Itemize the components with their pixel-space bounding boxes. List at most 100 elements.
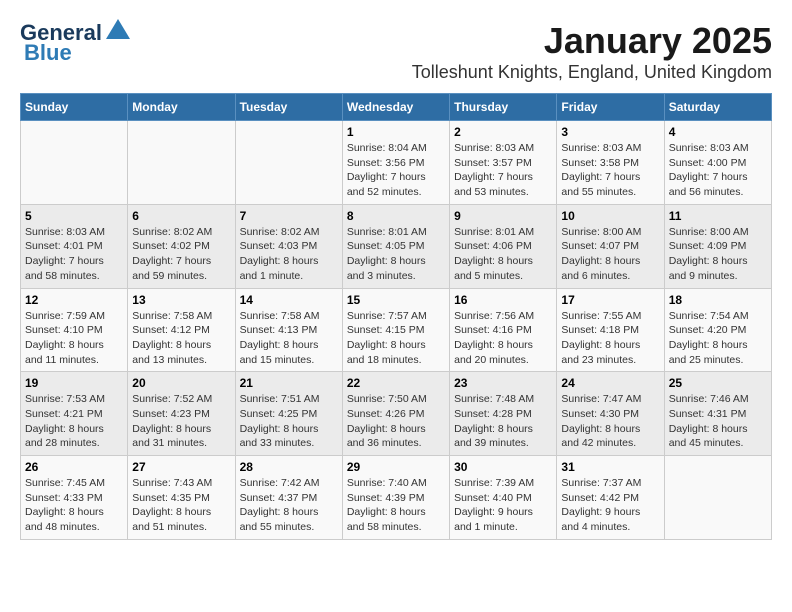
day-info: Sunrise: 7:59 AM Sunset: 4:10 PM Dayligh… xyxy=(25,309,123,368)
weekday-header-row: SundayMondayTuesdayWednesdayThursdayFrid… xyxy=(21,94,772,121)
day-number: 16 xyxy=(454,293,552,307)
logo-icon xyxy=(104,17,132,45)
day-number: 23 xyxy=(454,376,552,390)
calendar-cell: 14Sunrise: 7:58 AM Sunset: 4:13 PM Dayli… xyxy=(235,288,342,372)
day-number: 9 xyxy=(454,209,552,223)
weekday-header-saturday: Saturday xyxy=(664,94,771,121)
logo-blue: Blue xyxy=(24,40,72,66)
title-block: January 2025 Tolleshunt Knights, England… xyxy=(412,20,772,83)
day-info: Sunrise: 7:51 AM Sunset: 4:25 PM Dayligh… xyxy=(240,392,338,451)
day-number: 29 xyxy=(347,460,445,474)
calendar-cell: 26Sunrise: 7:45 AM Sunset: 4:33 PM Dayli… xyxy=(21,456,128,540)
day-number: 6 xyxy=(132,209,230,223)
week-row-4: 19Sunrise: 7:53 AM Sunset: 4:21 PM Dayli… xyxy=(21,372,772,456)
calendar-cell xyxy=(21,121,128,205)
day-number: 3 xyxy=(561,125,659,139)
day-info: Sunrise: 7:39 AM Sunset: 4:40 PM Dayligh… xyxy=(454,476,552,535)
calendar-cell: 9 Sunrise: 8:01 AM Sunset: 4:06 PM Daylig… xyxy=(450,204,557,288)
day-info: Sunrise: 7:43 AM Sunset: 4:35 PM Dayligh… xyxy=(132,476,230,535)
day-number: 1 xyxy=(347,125,445,139)
day-info: Sunrise: 7:37 AM Sunset: 4:42 PM Dayligh… xyxy=(561,476,659,535)
day-number: 22 xyxy=(347,376,445,390)
day-info: Sunrise: 8:01 AM Sunset: 4:06 PM Dayligh… xyxy=(454,225,552,284)
day-info: Sunrise: 8:01 AM Sunset: 4:05 PM Dayligh… xyxy=(347,225,445,284)
weekday-header-wednesday: Wednesday xyxy=(342,94,449,121)
weekday-header-sunday: Sunday xyxy=(21,94,128,121)
calendar-cell: 27Sunrise: 7:43 AM Sunset: 4:35 PM Dayli… xyxy=(128,456,235,540)
week-row-1: 1 Sunrise: 8:04 AM Sunset: 3:56 PM Daylig… xyxy=(21,121,772,205)
day-number: 4 xyxy=(669,125,767,139)
calendar-cell: 16Sunrise: 7:56 AM Sunset: 4:16 PM Dayli… xyxy=(450,288,557,372)
day-number: 8 xyxy=(347,209,445,223)
weekday-header-thursday: Thursday xyxy=(450,94,557,121)
day-number: 15 xyxy=(347,293,445,307)
calendar-cell: 10Sunrise: 8:00 AM Sunset: 4:07 PM Dayli… xyxy=(557,204,664,288)
day-number: 24 xyxy=(561,376,659,390)
day-info: Sunrise: 8:03 AM Sunset: 4:00 PM Dayligh… xyxy=(669,141,767,200)
day-info: Sunrise: 7:47 AM Sunset: 4:30 PM Dayligh… xyxy=(561,392,659,451)
calendar-cell: 22Sunrise: 7:50 AM Sunset: 4:26 PM Dayli… xyxy=(342,372,449,456)
day-number: 11 xyxy=(669,209,767,223)
day-number: 13 xyxy=(132,293,230,307)
calendar-cell: 23 Sunrise: 7:48 AM Sunset: 4:28 PM Dayli… xyxy=(450,372,557,456)
day-number: 2 xyxy=(454,125,552,139)
calendar-cell: 24 Sunrise: 7:47 AM Sunset: 4:30 PM Dayli… xyxy=(557,372,664,456)
calendar-cell: 29Sunrise: 7:40 AM Sunset: 4:39 PM Dayli… xyxy=(342,456,449,540)
calendar-cell: 1 Sunrise: 8:04 AM Sunset: 3:56 PM Daylig… xyxy=(342,121,449,205)
day-number: 28 xyxy=(240,460,338,474)
day-info: Sunrise: 7:58 AM Sunset: 4:12 PM Dayligh… xyxy=(132,309,230,368)
day-info: Sunrise: 7:45 AM Sunset: 4:33 PM Dayligh… xyxy=(25,476,123,535)
calendar-cell: 3Sunrise: 8:03 AM Sunset: 3:58 PM Daylig… xyxy=(557,121,664,205)
day-number: 21 xyxy=(240,376,338,390)
day-info: Sunrise: 7:52 AM Sunset: 4:23 PM Dayligh… xyxy=(132,392,230,451)
day-info: Sunrise: 7:53 AM Sunset: 4:21 PM Dayligh… xyxy=(25,392,123,451)
week-row-3: 12 Sunrise: 7:59 AM Sunset: 4:10 PM Dayli… xyxy=(21,288,772,372)
calendar-cell xyxy=(664,456,771,540)
calendar-cell: 18 Sunrise: 7:54 AM Sunset: 4:20 PM Dayli… xyxy=(664,288,771,372)
day-number: 20 xyxy=(132,376,230,390)
week-row-5: 26Sunrise: 7:45 AM Sunset: 4:33 PM Dayli… xyxy=(21,456,772,540)
day-info: Sunrise: 7:42 AM Sunset: 4:37 PM Dayligh… xyxy=(240,476,338,535)
day-info: Sunrise: 8:03 AM Sunset: 4:01 PM Dayligh… xyxy=(25,225,123,284)
day-info: Sunrise: 7:54 AM Sunset: 4:20 PM Dayligh… xyxy=(669,309,767,368)
day-info: Sunrise: 7:46 AM Sunset: 4:31 PM Dayligh… xyxy=(669,392,767,451)
day-number: 7 xyxy=(240,209,338,223)
calendar-cell: 7 Sunrise: 8:02 AM Sunset: 4:03 PM Daylig… xyxy=(235,204,342,288)
week-row-2: 5 Sunrise: 8:03 AM Sunset: 4:01 PM Daylig… xyxy=(21,204,772,288)
day-info: Sunrise: 7:57 AM Sunset: 4:15 PM Dayligh… xyxy=(347,309,445,368)
calendar-cell: 5 Sunrise: 8:03 AM Sunset: 4:01 PM Daylig… xyxy=(21,204,128,288)
day-number: 25 xyxy=(669,376,767,390)
day-info: Sunrise: 8:00 AM Sunset: 4:07 PM Dayligh… xyxy=(561,225,659,284)
calendar-cell: 12 Sunrise: 7:59 AM Sunset: 4:10 PM Dayli… xyxy=(21,288,128,372)
calendar-cell: 28 Sunrise: 7:42 AM Sunset: 4:37 PM Dayli… xyxy=(235,456,342,540)
calendar-cell: 21 Sunrise: 7:51 AM Sunset: 4:25 PM Dayli… xyxy=(235,372,342,456)
day-number: 12 xyxy=(25,293,123,307)
day-number: 5 xyxy=(25,209,123,223)
calendar-cell: 17Sunrise: 7:55 AM Sunset: 4:18 PM Dayli… xyxy=(557,288,664,372)
day-number: 18 xyxy=(669,293,767,307)
day-info: Sunrise: 7:48 AM Sunset: 4:28 PM Dayligh… xyxy=(454,392,552,451)
calendar-cell xyxy=(128,121,235,205)
day-info: Sunrise: 8:02 AM Sunset: 4:03 PM Dayligh… xyxy=(240,225,338,284)
logo: General Blue xyxy=(20,20,132,66)
day-number: 17 xyxy=(561,293,659,307)
calendar-cell: 13 Sunrise: 7:58 AM Sunset: 4:12 PM Dayli… xyxy=(128,288,235,372)
weekday-header-tuesday: Tuesday xyxy=(235,94,342,121)
page-header: General Blue January 2025 Tolleshunt Kni… xyxy=(20,20,772,83)
day-number: 31 xyxy=(561,460,659,474)
logo-block: General Blue xyxy=(20,20,132,66)
calendar-cell xyxy=(235,121,342,205)
calendar-cell: 8 Sunrise: 8:01 AM Sunset: 4:05 PM Daylig… xyxy=(342,204,449,288)
calendar-cell: 30Sunrise: 7:39 AM Sunset: 4:40 PM Dayli… xyxy=(450,456,557,540)
calendar-cell: 25 Sunrise: 7:46 AM Sunset: 4:31 PM Dayli… xyxy=(664,372,771,456)
calendar-cell: 19Sunrise: 7:53 AM Sunset: 4:21 PM Dayli… xyxy=(21,372,128,456)
calendar-cell: 31 Sunrise: 7:37 AM Sunset: 4:42 PM Dayli… xyxy=(557,456,664,540)
calendar-cell: 2 Sunrise: 8:03 AM Sunset: 3:57 PM Daylig… xyxy=(450,121,557,205)
weekday-header-friday: Friday xyxy=(557,94,664,121)
day-info: Sunrise: 8:03 AM Sunset: 3:57 PM Dayligh… xyxy=(454,141,552,200)
page-title: January 2025 xyxy=(412,20,772,62)
calendar-cell: 4 Sunrise: 8:03 AM Sunset: 4:00 PM Daylig… xyxy=(664,121,771,205)
calendar-table: SundayMondayTuesdayWednesdayThursdayFrid… xyxy=(20,93,772,540)
calendar-cell: 6Sunrise: 8:02 AM Sunset: 4:02 PM Daylig… xyxy=(128,204,235,288)
day-info: Sunrise: 8:04 AM Sunset: 3:56 PM Dayligh… xyxy=(347,141,445,200)
